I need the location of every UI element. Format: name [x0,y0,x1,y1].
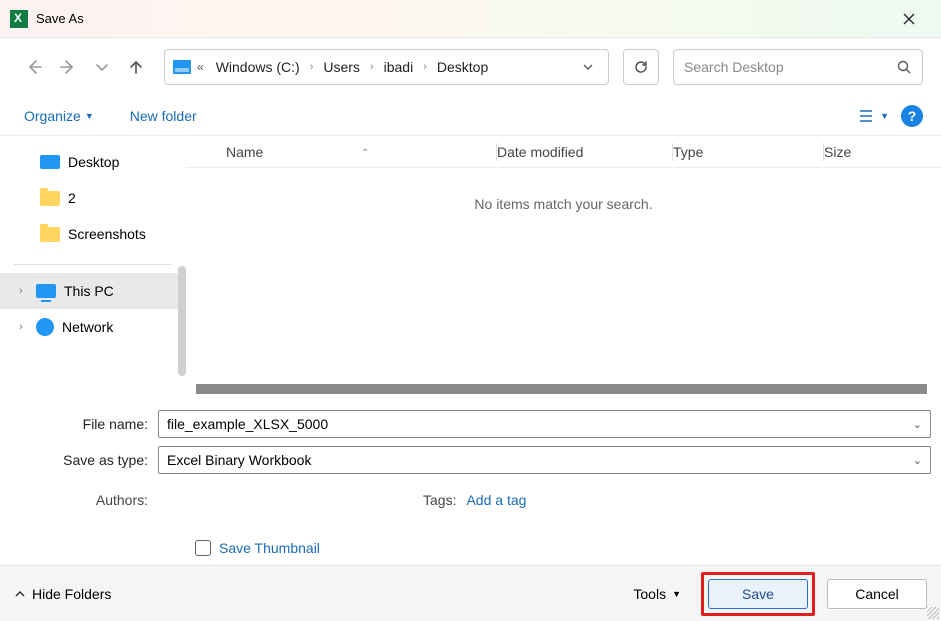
hide-folders-label: Hide Folders [32,586,111,602]
save-thumbnail-checkbox[interactable] [195,540,211,556]
filename-label: File name: [10,416,158,432]
organize-button[interactable]: Organize ▼ [18,104,100,128]
column-label: Name [226,144,263,160]
chevron-up-icon [14,588,26,600]
savetype-value: Excel Binary Workbook [167,452,311,468]
caret-down-icon: ▼ [85,111,94,121]
save-thumbnail-label[interactable]: Save Thumbnail [219,540,320,556]
nav-bar: « Windows (C:) › Users › ibadi › Desktop [0,38,941,96]
arrow-left-icon [25,58,43,76]
sidebar-item-label: Screenshots [68,226,146,242]
authors-label: Authors: [10,492,158,508]
tools-button[interactable]: Tools ▼ [625,582,689,606]
save-button-highlight: Save [701,572,815,616]
sidebar-item-label: This PC [64,283,114,299]
file-list-pane: Name ⌃ Date modified Type Size No items … [186,136,941,396]
tags-label: Tags: [423,492,456,508]
search-box[interactable] [673,49,923,85]
close-button[interactable] [887,4,931,34]
organize-label: Organize [24,108,81,124]
column-header-size[interactable]: Size [824,144,941,160]
form-area: File name: file_example_XLSX_5000 ⌄ Save… [0,396,941,562]
footer: Hide Folders Tools ▼ Save Cancel [0,565,941,621]
resize-grip[interactable] [927,607,939,619]
filename-value: file_example_XLSX_5000 [167,416,328,432]
up-button[interactable] [120,51,152,83]
help-button[interactable]: ? [901,105,923,127]
toolbar: Organize ▼ New folder ▼ ? [0,96,941,136]
title-bar: Save As [0,0,941,38]
save-button[interactable]: Save [708,579,808,609]
chevron-right-icon: › [423,61,427,73]
desktop-icon [40,155,60,169]
recent-button[interactable] [86,51,118,83]
expand-icon[interactable]: › [14,285,28,297]
authors-input[interactable] [158,488,308,512]
refresh-icon [633,59,649,75]
search-input[interactable] [684,59,896,75]
caret-down-icon: ▼ [880,111,889,121]
refresh-button[interactable] [623,49,659,85]
savetype-select[interactable]: Excel Binary Workbook ⌄ [158,446,931,474]
scrollbar-thumb[interactable] [196,384,927,394]
close-icon [903,13,915,25]
cancel-button[interactable]: Cancel [827,579,927,609]
drive-icon [173,60,191,74]
list-view-icon [858,109,876,123]
dropdown-icon[interactable]: ⌄ [913,454,922,467]
sidebar-item-label: 2 [68,190,76,206]
sidebar: Desktop 2 Screenshots › This PC › Networ… [0,136,186,396]
window-title: Save As [36,11,84,26]
new-folder-label: New folder [130,108,197,124]
arrow-right-icon [59,58,77,76]
breadcrumb-item[interactable]: Users [317,55,366,79]
sidebar-item-this-pc[interactable]: › This PC [0,273,186,309]
forward-button[interactable] [52,51,84,83]
sidebar-item-network[interactable]: › Network [0,309,186,345]
tools-label: Tools [633,586,666,602]
sidebar-item-label: Network [62,319,113,335]
column-header-name[interactable]: Name ⌃ [186,144,496,160]
divider [14,264,172,265]
breadcrumb-item[interactable]: Desktop [431,55,494,79]
back-button[interactable] [18,51,50,83]
breadcrumb-overflow[interactable]: « [197,60,204,74]
sort-caret-icon: ⌃ [361,148,369,159]
hide-folders-button[interactable]: Hide Folders [14,586,111,602]
filename-input[interactable]: file_example_XLSX_5000 ⌄ [158,410,931,438]
sidebar-item-folder[interactable]: 2 [0,180,186,216]
column-headers: Name ⌃ Date modified Type Size [186,136,941,168]
breadcrumb-item[interactable]: ibadi [378,55,420,79]
pc-icon [36,284,56,298]
column-header-date[interactable]: Date modified [497,144,672,160]
chevron-right-icon: › [310,61,314,73]
chevron-down-icon[interactable] [582,61,594,73]
empty-message: No items match your search. [186,196,941,212]
breadcrumb[interactable]: « Windows (C:) › Users › ibadi › Desktop [164,49,609,85]
folder-icon [40,227,60,242]
add-tag-link[interactable]: Add a tag [466,492,526,508]
dropdown-icon[interactable]: ⌄ [913,418,922,431]
chevron-right-icon: › [370,61,374,73]
help-icon: ? [908,108,917,124]
sidebar-item-label: Desktop [68,154,119,170]
network-icon [36,318,54,336]
caret-down-icon: ▼ [672,589,681,599]
folder-icon [40,191,60,206]
excel-icon [10,10,28,28]
search-icon [896,59,912,75]
savetype-label: Save as type: [10,452,158,468]
new-folder-button[interactable]: New folder [124,104,203,128]
explorer-body: Desktop 2 Screenshots › This PC › Networ… [0,136,941,396]
expand-icon[interactable]: › [14,321,28,333]
sidebar-item-desktop[interactable]: Desktop [0,144,186,180]
column-header-type[interactable]: Type [673,144,823,160]
sidebar-item-screenshots[interactable]: Screenshots [0,216,186,252]
horizontal-scrollbar[interactable] [196,382,927,396]
arrow-up-icon [127,58,145,76]
view-options-button[interactable]: ▼ [854,105,893,127]
chevron-down-icon [93,58,111,76]
sidebar-scrollbar[interactable] [178,266,186,376]
breadcrumb-item[interactable]: Windows (C:) [210,55,306,79]
